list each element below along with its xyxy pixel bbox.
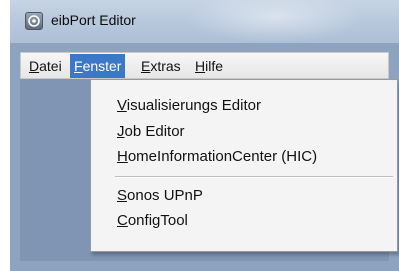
menu-hilfe[interactable]: Hilfe xyxy=(191,54,227,78)
menu-fenster[interactable]: Fenster xyxy=(70,54,126,78)
menu-item-visualisierungs-editor[interactable]: Visualisierungs Editor xyxy=(117,96,261,116)
menu-extras-label: xtras xyxy=(150,58,181,74)
menu-fenster-label: enster xyxy=(82,58,122,74)
fenster-dropdown-menu: Visualisierungs Editor Job Editor HomeIn… xyxy=(90,79,398,252)
menu-item-job-editor[interactable]: Job Editor xyxy=(117,122,185,142)
title-bar-glow xyxy=(185,0,365,43)
menu-item-sonos-upnp[interactable]: Sonos UPnP xyxy=(117,186,203,206)
menu-fenster-mnemonic: F xyxy=(74,58,83,74)
menu-item-visualisierungs-editor-label: isualisierungs Editor xyxy=(126,97,261,114)
menu-separator xyxy=(115,176,393,178)
editor-window: eibPort Editor Datei Fenster Extras Hilf… xyxy=(10,0,399,271)
title-bar[interactable]: eibPort Editor xyxy=(10,0,399,43)
menu-item-sonos-upnp-mnemonic: S xyxy=(117,187,128,204)
menu-item-homeinformationcenter[interactable]: HomeInformationCenter (HIC) xyxy=(117,147,317,167)
eibport-app-icon[interactable] xyxy=(25,12,43,30)
menu-item-job-editor-mnemonic: J xyxy=(117,123,125,140)
menu-datei[interactable]: Datei xyxy=(25,54,66,78)
eibport-app-icon-graphic xyxy=(28,15,40,27)
menu-item-homeinformationcenter-mnemonic: H xyxy=(117,148,128,165)
menu-item-job-editor-label: ob Editor xyxy=(124,123,185,140)
menu-hilfe-label: ilfe xyxy=(205,58,224,74)
menu-item-configtool-mnemonic: C xyxy=(117,212,128,229)
menu-item-sonos-upnp-label: onos UPnP xyxy=(127,187,203,204)
window-title: eibPort Editor xyxy=(51,12,136,28)
menu-datei-mnemonic: D xyxy=(29,58,40,74)
menu-item-configtool-label: onfigTool xyxy=(127,212,188,229)
menu-datei-label: atei xyxy=(39,58,62,74)
menu-extras[interactable]: Extras xyxy=(137,54,185,78)
menu-item-visualisierungs-editor-mnemonic: V xyxy=(117,97,127,114)
menu-item-homeinformationcenter-label: omeInformationCenter (HIC) xyxy=(127,148,318,165)
menu-bar: Datei Fenster Extras Hilfe xyxy=(20,52,389,79)
menu-hilfe-mnemonic: H xyxy=(195,58,206,74)
menu-extras-mnemonic: E xyxy=(141,58,151,74)
menu-item-configtool[interactable]: ConfigTool xyxy=(117,211,188,231)
